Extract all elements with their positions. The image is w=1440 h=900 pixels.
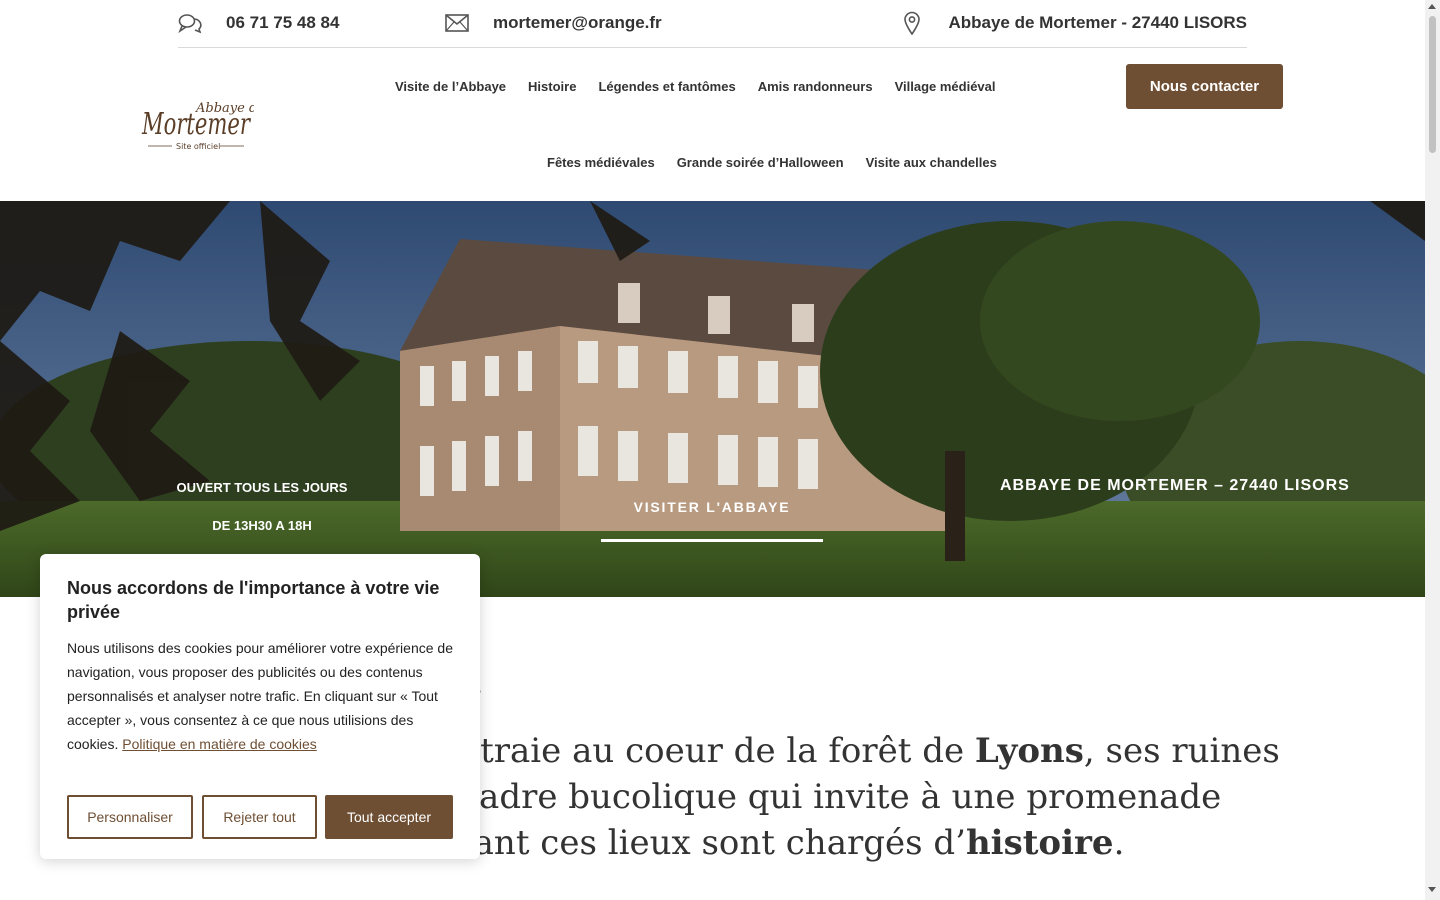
scroll-thumb[interactable]: [1429, 16, 1436, 153]
address-text: Abbaye de Mortemer - 27440 LISORS: [948, 13, 1247, 32]
scroll-up-icon[interactable]: [1428, 4, 1436, 9]
accept-all-button[interactable]: Tout accepter: [325, 795, 453, 839]
nav-item-chandelles[interactable]: Visite aux chandelles: [866, 155, 997, 170]
chat-bubbles-icon: [178, 11, 202, 35]
opening-hours-text: DE 13H30 A 18H: [212, 518, 312, 533]
nav-item-visite[interactable]: Visite de l’Abbaye: [395, 79, 506, 94]
cookie-body: Nous utilisons des cookies pour améliore…: [67, 640, 453, 752]
hero-banner: OUVERT TOUS LES JOURS DE 13H30 A 18H VIS…: [0, 201, 1425, 597]
cookie-title: Nous accordons de l'importance à votre v…: [67, 578, 440, 622]
nav-item-histoire[interactable]: Histoire: [528, 79, 576, 94]
site-logo[interactable]: Abbaye de Mortemer Site officiel: [140, 96, 265, 154]
cookie-consent-banner: Nous accordons de l'importance à votre v…: [40, 554, 480, 859]
main-nav-row2: Fêtes médiévales Grande soirée d’Hallowe…: [547, 155, 997, 170]
nav-item-halloween[interactable]: Grande soirée d’Halloween: [677, 155, 844, 170]
hero-image: [0, 201, 1425, 597]
map-pin-icon: [900, 11, 924, 35]
nav-item-fetes[interactable]: Fêtes médiévales: [547, 155, 655, 170]
opening-days-text: OUVERT TOUS LES JOURS: [176, 480, 348, 495]
logo-line2: Mortemer: [141, 107, 251, 142]
nav-item-village[interactable]: Village médiéval: [895, 79, 996, 94]
visit-abbey-link[interactable]: VISITER L'ABBAYE: [601, 499, 823, 515]
visit-underline: [601, 539, 823, 542]
contact-button[interactable]: Nous contacter: [1126, 64, 1283, 109]
nav-item-randonneurs[interactable]: Amis randonneurs: [758, 79, 873, 94]
hero-address: ABBAYE DE MORTEMER – 27440 LISORS: [1000, 477, 1350, 494]
reject-all-button[interactable]: Rejeter tout: [202, 795, 317, 839]
email-address[interactable]: mortemer@orange.fr: [493, 13, 662, 33]
top-contact-bar: 06 71 75 48 84 mortemer@orange.fr Abbaye…: [178, 0, 1247, 48]
address-contact: Abbaye de Mortemer - 27440 LISORS: [900, 11, 1247, 35]
vertical-scrollbar[interactable]: [1425, 0, 1440, 900]
nav-item-legendes[interactable]: Légendes et fantômes: [598, 79, 735, 94]
phone-number[interactable]: 06 71 75 48 84: [226, 13, 339, 33]
customize-button[interactable]: Personnaliser: [67, 795, 193, 839]
main-nav-row1: Visite de l’Abbaye Histoire Légendes et …: [395, 79, 996, 94]
envelope-icon: [445, 11, 469, 35]
cookie-policy-link[interactable]: Politique en matière de cookies: [122, 736, 317, 752]
email-contact[interactable]: mortemer@orange.fr: [445, 11, 662, 35]
scroll-down-icon[interactable]: [1428, 887, 1436, 892]
phone-contact[interactable]: 06 71 75 48 84: [178, 11, 339, 35]
logo-line3: Site officiel: [176, 142, 220, 151]
